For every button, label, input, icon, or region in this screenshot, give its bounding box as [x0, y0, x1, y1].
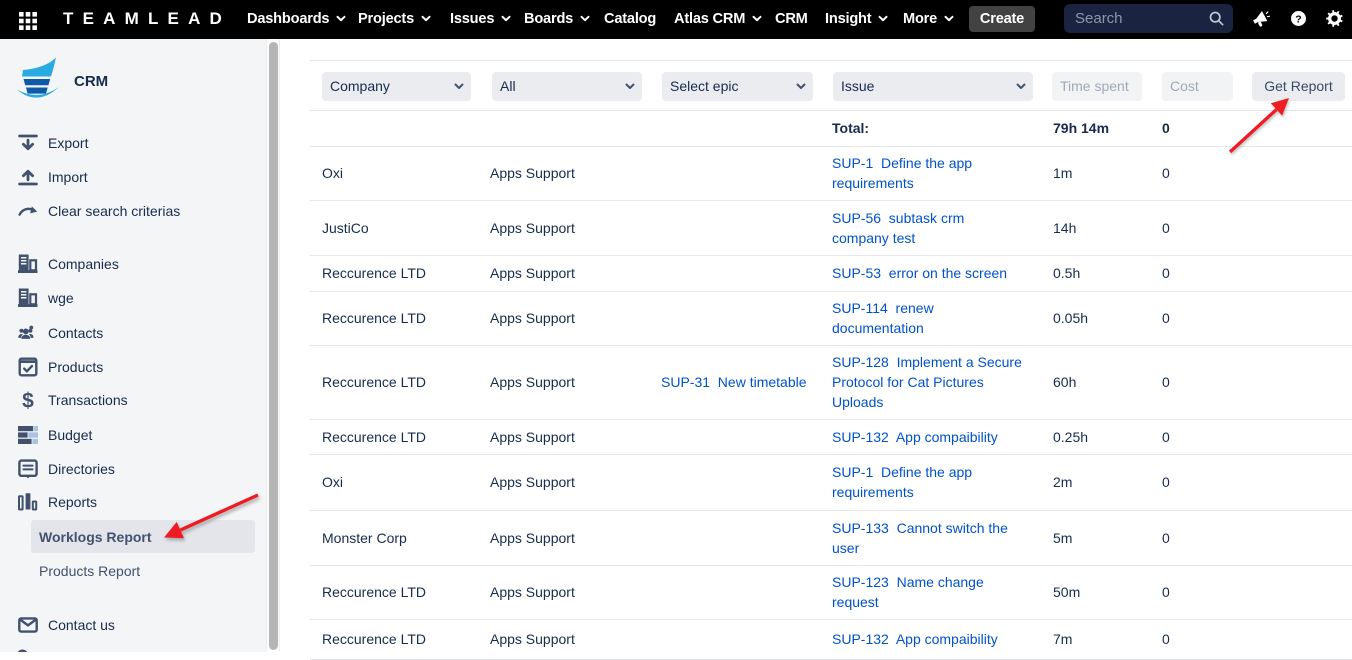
svg-text:?: ?: [1295, 13, 1301, 25]
svg-text:$: $: [22, 390, 34, 410]
